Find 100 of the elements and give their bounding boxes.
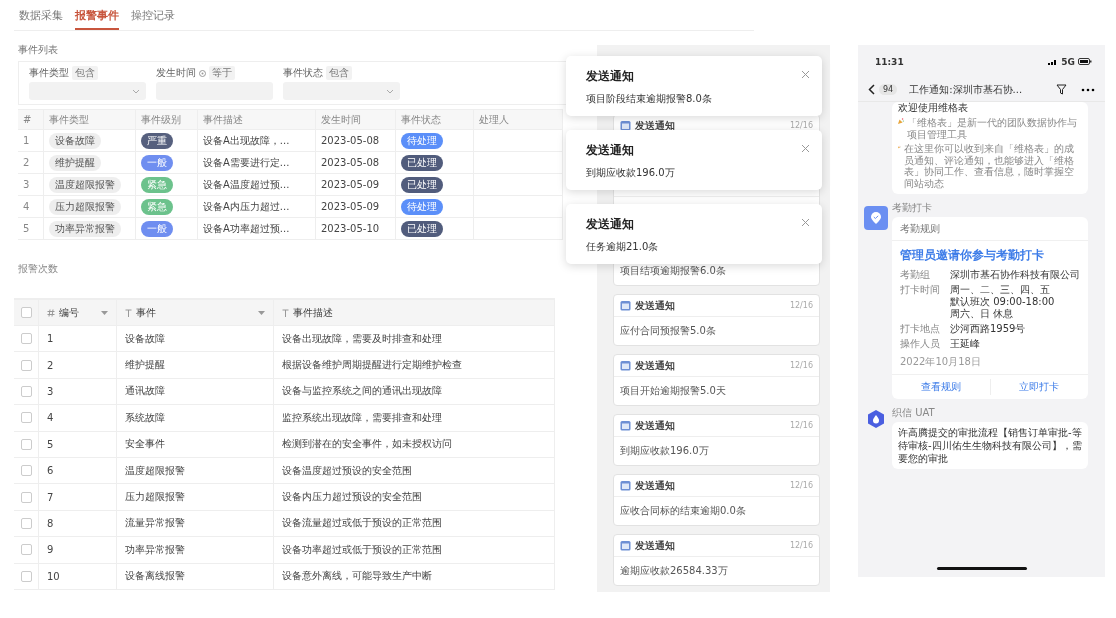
table-cell: 4 [18, 196, 44, 217]
table-cell: 设备故障 [117, 326, 274, 352]
table-cell: 5 [18, 218, 44, 239]
close-button[interactable] [801, 144, 810, 153]
card-message: 应收合同标的结束逾期0.0条 [619, 504, 747, 518]
table-cell: 设备A温度超过预... [198, 174, 316, 195]
operator-tag[interactable]: 包含 [72, 66, 98, 80]
operator-tag[interactable]: 包含 [326, 66, 352, 80]
attendance-avatar-icon [864, 206, 888, 230]
level-badge: 严重 [141, 132, 173, 149]
hexagon-avatar-icon [868, 410, 884, 428]
message-text: 「维格表」是新一代的团队数据协作与项目管理工具 [907, 117, 1079, 140]
level-badge: 一般 [141, 154, 173, 171]
chevron-down-icon [386, 88, 394, 94]
select-field[interactable] [29, 82, 146, 100]
row-checkbox[interactable] [20, 491, 32, 503]
card-title: 发送通知 [635, 298, 675, 313]
row-checkbox[interactable] [20, 333, 32, 345]
calendar-icon [620, 120, 631, 131]
chevron-down-icon [132, 88, 140, 94]
card-title: 发送通知 [635, 118, 675, 133]
field-label: 考勤组 [900, 269, 931, 281]
toast-title: 发送通知 [586, 216, 635, 233]
table-cell: 1 [18, 130, 44, 151]
column-header: 事件 [136, 305, 156, 320]
type-tag: 维护提醒 [49, 154, 101, 171]
select-field[interactable] [283, 82, 400, 100]
card-message: 应付合同预报警5.0条 [619, 324, 717, 338]
card-message: 项目开始逾期报警5.0天 [619, 384, 727, 398]
section-title: 事件列表 [18, 43, 59, 57]
type-tag: 设备故障 [49, 132, 101, 149]
filter-label: 事件状态 [283, 66, 323, 80]
column-header: 发生时间 [316, 110, 396, 129]
card-title: 发送通知 [635, 538, 675, 553]
message-text: 在这里你可以收到来自「维格表」的成员通知、评论通知，也能够进入「维格表」协同工作、查看信息，随时掌握空间站动态 [903, 143, 1075, 189]
row-checkbox[interactable] [20, 359, 32, 371]
field-value: 深圳市基石协作科技有限公司 [950, 269, 1080, 281]
column-header: # [18, 110, 44, 129]
table-cell: 压力超限报警 [117, 484, 274, 510]
row-checkbox[interactable] [20, 517, 32, 529]
table-cell: 设备内压力超过预设的安全范围 [274, 484, 555, 510]
card-action-link[interactable]: 查看规则 [892, 379, 991, 395]
tab[interactable]: 数据采集 [19, 6, 63, 30]
row-checkbox[interactable] [20, 385, 32, 397]
section-title: 报警次数 [18, 262, 59, 276]
text-type-icon [125, 308, 132, 317]
unread-count: 94 [879, 84, 898, 95]
calendar-icon [620, 420, 631, 431]
row-checkbox[interactable] [20, 544, 32, 556]
tab[interactable]: 操控记录 [131, 6, 175, 30]
close-button[interactable] [801, 218, 810, 227]
toast-title: 发送通知 [586, 68, 635, 85]
type-tag: 压力超限报警 [49, 198, 121, 215]
field-label: 打卡时间 [900, 284, 941, 297]
table-cell: 6 [39, 457, 117, 484]
select-all-checkbox[interactable] [20, 307, 32, 318]
card-label: 考勤规则 [892, 217, 1088, 241]
row-checkbox[interactable] [20, 570, 32, 582]
signal-icon [1048, 58, 1059, 65]
table-cell: 温度超限报警 [117, 457, 274, 484]
status-badge: 待处理 [401, 198, 443, 215]
row-checkbox[interactable] [20, 465, 32, 477]
status-badge: 已处理 [401, 154, 443, 171]
column-header: 事件状态 [396, 110, 474, 129]
card-action-link[interactable]: 立即打卡 [990, 379, 1088, 395]
card-date: 12/16 [789, 541, 813, 550]
operator-tag[interactable]: 等于 [209, 66, 235, 80]
table-cell: 2023-05-08 [316, 152, 396, 173]
table-cell: 系统故障 [117, 405, 274, 431]
status-time: 11:31 [875, 56, 904, 67]
tab[interactable]: 报警事件 [75, 6, 119, 30]
row-checkbox[interactable] [20, 438, 32, 450]
field-value: 周一、二、三、四、五 [950, 284, 1051, 296]
notification-card[interactable]: 发送通知 12/16 应收合同标的结束逾期0.0条 [613, 474, 820, 526]
row-checkbox[interactable] [20, 412, 32, 424]
filter-icon[interactable] [1056, 84, 1067, 95]
card-date: 12/16 [789, 121, 813, 130]
back-icon[interactable] [868, 84, 875, 95]
table-cell: 2023-05-09 [316, 174, 396, 195]
table-cell: 10 [39, 563, 117, 589]
card-date: 2022年10月18日 [892, 353, 1088, 375]
notification-card[interactable]: 发送通知 12/16 项目开始逾期报警5.0天 [613, 354, 820, 406]
sender-name: 考勤打卡 [892, 201, 933, 215]
table-cell: 设备流量超过或低于预设的正常范围 [274, 510, 555, 537]
close-button[interactable] [801, 70, 810, 79]
card-title: 发送通知 [635, 358, 675, 373]
toast-message: 项目阶段结束逾期报警8.0条 [586, 92, 713, 106]
table-cell: 维护提醒 [117, 352, 274, 378]
hash-icon [47, 308, 55, 317]
level-badge: 一般 [141, 220, 173, 237]
table-cell: 2 [18, 152, 44, 173]
field-label: 操作人员 [900, 338, 941, 350]
notification-card[interactable]: 发送通知 12/16 到期应收款196.0万 [613, 414, 820, 466]
notification-card[interactable]: 发送通知 12/16 应付合同预报警5.0条 [613, 294, 820, 346]
more-icon[interactable] [1081, 87, 1095, 92]
card-title: 发送通知 [635, 478, 675, 493]
calendar-icon [620, 480, 631, 491]
toast-title: 发送通知 [586, 142, 635, 159]
table-cell: 3 [39, 378, 117, 405]
notification-card[interactable]: 发送通知 12/16 逾期应收款26584.33万 [613, 534, 820, 586]
